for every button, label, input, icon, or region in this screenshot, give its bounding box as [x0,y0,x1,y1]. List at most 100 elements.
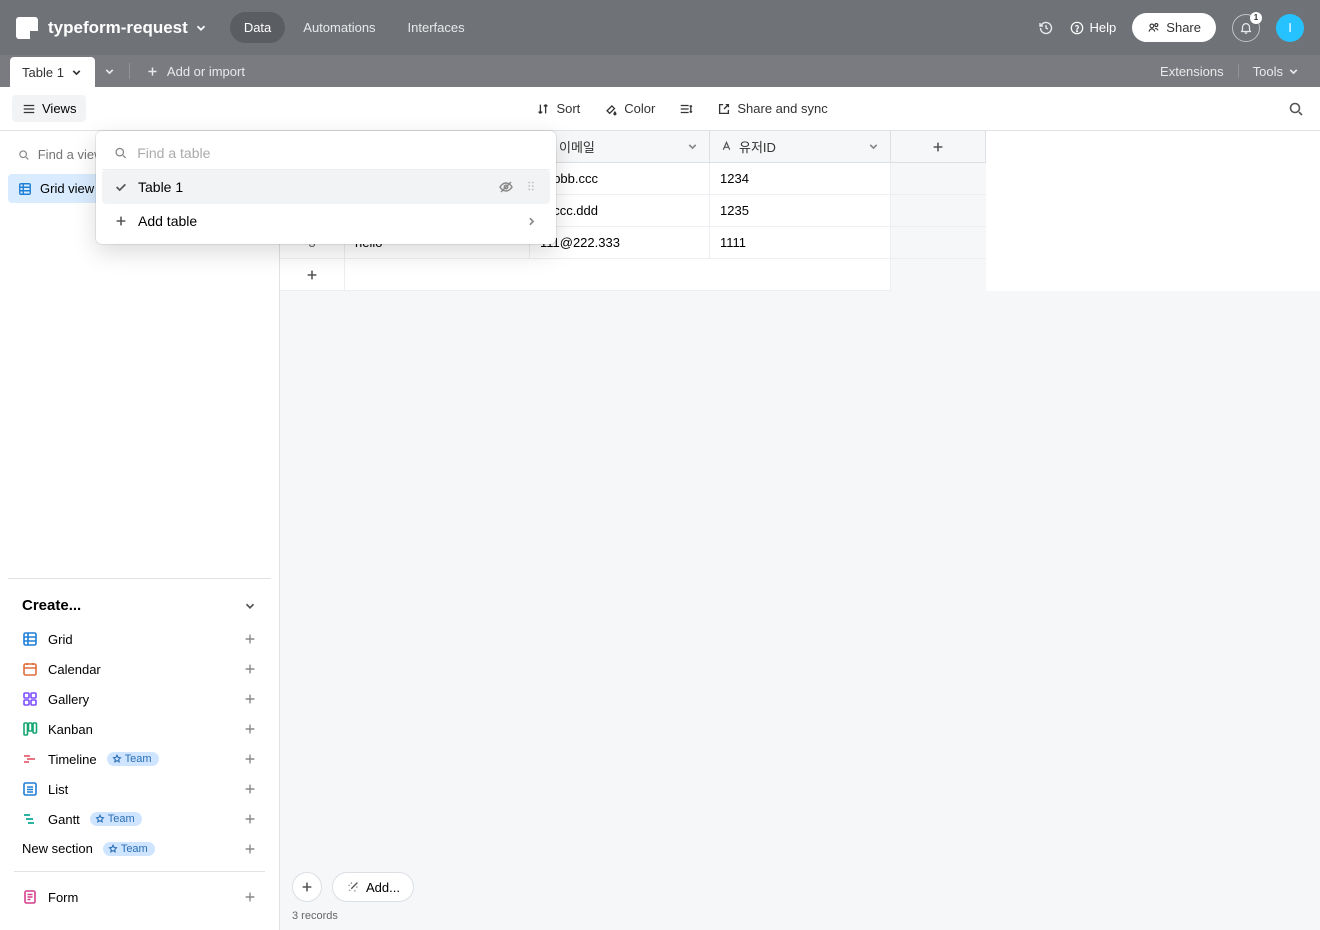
plus-icon [243,692,257,706]
team-badge: Team [103,842,155,856]
base-logo[interactable] [16,17,38,39]
empty-cell [345,259,891,291]
cell[interactable]: @bbb.ccc [530,163,710,195]
views-sidebar: Grid view Create... Grid Calendar [0,131,280,930]
history-icon[interactable] [1038,20,1054,36]
create-form[interactable]: Form [14,882,265,912]
dropdown-search-input[interactable] [137,145,538,161]
dropdown-add-table[interactable]: Add table [102,204,550,238]
color-button[interactable]: Color [598,97,661,120]
search-icon [114,146,127,160]
dropdown-item-label: Table 1 [138,179,183,195]
grid-icon [22,631,38,647]
add-menu-button[interactable]: Add... [332,872,414,902]
drag-handle-icon[interactable] [524,179,538,195]
chevron-right-icon [525,215,538,228]
create-item-label: Gallery [48,692,89,707]
base-name[interactable]: typeform-request [48,18,188,38]
create-item-label: Grid [48,632,73,647]
add-or-import-label: Add or import [167,64,245,79]
right-tab-tools: Extensions Tools [1140,55,1320,87]
create-calendar[interactable]: Calendar [14,654,265,684]
tab-automations[interactable]: Automations [289,12,389,43]
chevron-down-icon [243,599,257,613]
plus-icon [243,842,257,856]
divider [129,63,130,79]
check-icon [114,180,128,194]
create-kanban[interactable]: Kanban [14,714,265,744]
create-gantt[interactable]: Gantt Team [14,804,265,834]
empty-cell [891,227,986,259]
gallery-icon [22,691,38,707]
tab-data[interactable]: Data [230,12,285,43]
plus-icon [243,662,257,676]
column-label: 이메일 [559,137,595,156]
avatar[interactable]: I [1276,14,1304,42]
dropdown-search[interactable] [102,137,550,170]
tab-interfaces[interactable]: Interfaces [394,12,479,43]
create-item-label: New section [22,841,93,856]
create-item-label: List [48,782,68,797]
help-link[interactable]: Help [1070,20,1117,35]
notification-badge: 1 [1250,12,1262,24]
table-tab-active[interactable]: Table 1 [10,57,95,87]
divider [1238,64,1239,78]
column-header-userid[interactable]: 유저ID [710,131,891,163]
add-or-import-button[interactable]: Add or import [134,55,257,87]
add-column-button[interactable] [891,131,986,163]
share-label: Share [1166,20,1201,35]
grid-area: 이메일 유저ID 1 @bbb.ccc 1234 2 @ccc.ddd 1235 [280,131,1320,930]
plus-icon [243,890,257,904]
share-sync-button[interactable]: Share and sync [711,97,833,120]
search-button[interactable] [1284,97,1308,121]
add-menu-label: Add... [366,880,400,895]
chevron-down-icon[interactable] [686,140,699,153]
create-gallery[interactable]: Gallery [14,684,265,714]
cell[interactable]: @ccc.ddd [530,195,710,227]
sort-label: Sort [556,101,580,116]
create-item-label: Gantt [48,812,80,827]
extensions-link[interactable]: Extensions [1154,64,1230,79]
create-list[interactable]: List [14,774,265,804]
create-timeline[interactable]: Timeline Team [14,744,265,774]
cell[interactable]: 1234 [710,163,891,195]
add-row-button[interactable] [280,259,345,291]
create-new-section[interactable]: New section Team [14,834,265,863]
views-button[interactable]: Views [12,95,86,122]
base-menu-chevron-icon[interactable] [194,21,208,35]
app-header: typeform-request Data Automations Interf… [0,0,1320,55]
create-label: Create... [22,597,81,614]
cell[interactable]: 111@222.333 [530,227,710,259]
empty-cell [891,195,986,227]
share-button[interactable]: Share [1132,13,1216,42]
create-item-label: Form [48,890,78,905]
tools-link[interactable]: Tools [1247,64,1306,79]
create-header[interactable]: Create... [14,593,265,624]
views-label: Views [42,101,76,116]
create-item-label: Kanban [48,722,93,737]
table-tab-label: Table 1 [22,65,64,80]
add-record-button[interactable] [292,872,322,902]
column-label: 유저ID [739,137,776,156]
notifications-button[interactable]: 1 [1232,14,1260,42]
create-grid[interactable]: Grid [14,624,265,654]
calendar-icon [22,661,38,677]
create-item-label: Timeline [48,752,97,767]
empty-cell [891,259,986,291]
hide-icon[interactable] [498,179,514,195]
cell[interactable]: 1111 [710,227,891,259]
dropdown-item-table1[interactable]: Table 1 [102,170,550,204]
sort-button[interactable]: Sort [530,97,586,120]
table-list-dropdown-button[interactable] [95,55,125,87]
cell[interactable]: 1235 [710,195,891,227]
timeline-icon [22,751,38,767]
nav-tabs: Data Automations Interfaces [230,12,479,43]
row-height-button[interactable] [673,98,699,120]
column-header-email[interactable]: 이메일 [530,131,710,163]
table-list-dropdown: Table 1 Add table [96,131,556,244]
chevron-down-icon[interactable] [867,140,880,153]
add-table-label: Add table [138,213,197,229]
grid-view-label: Grid view [40,181,94,196]
plus-icon [243,752,257,766]
share-sync-label: Share and sync [737,101,827,116]
